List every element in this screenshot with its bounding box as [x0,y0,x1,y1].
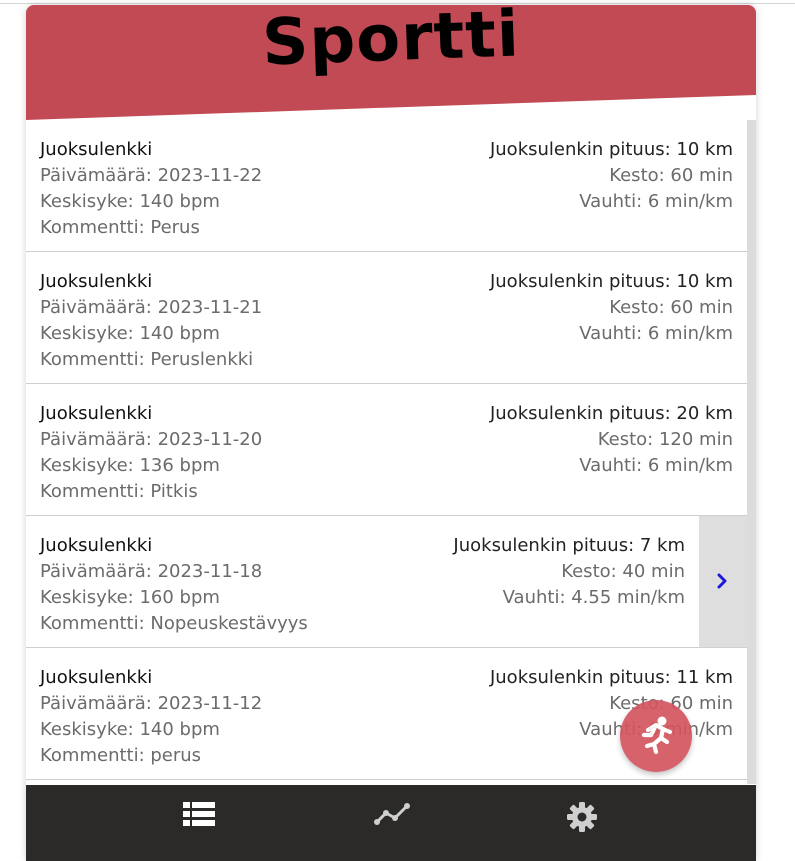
nav-list[interactable] [149,785,249,861]
run-date: Päivämäärä: 2023-11-21 [40,297,263,318]
open-run-button[interactable] [699,516,747,647]
top-divider [0,3,795,4]
run-list[interactable]: Juoksulenkki Päivämäärä: 2023-11-22 Keskis… [26,120,756,784]
gear-icon [567,802,597,832]
list-item[interactable]: Juoksulenkki Päivämäärä: 2023-11-22 Keskis… [26,120,747,252]
list-item[interactable]: Juoksulenkki Päivämäärä: 2023-11-20 Keskis… [26,384,747,516]
run-stats: Juoksulenkin pituus: 10 km Kesto: 60 min V… [490,269,733,347]
run-heart-rate: Keskisyke: 140 bpm [40,323,220,344]
run-pace: Vauhti: 6 min/km [579,455,733,476]
run-stats: Juoksulenkin pituus: 10 km Kesto: 60 min V… [490,137,733,215]
run-heart-rate: Keskisyke: 140 bpm [40,719,220,740]
run-comment: Kommentti: Pitkis [40,481,198,502]
run-type: Juoksulenkki [40,271,153,292]
run-type: Juoksulenkki [40,535,153,556]
chevron-right-icon [717,573,727,589]
app-container: Sportti Juoksulenkki Päivämäärä: 2023-11-… [26,5,756,861]
run-distance: Juoksulenkin pituus: 7 km [453,535,685,556]
add-run-button[interactable] [620,700,692,772]
run-distance: Juoksulenkin pituus: 10 km [489,139,733,160]
run-heart-rate: Keskisyke: 140 bpm [40,191,220,212]
run-details: Juoksulenkki Päivämäärä: 2023-11-20 Keskis… [40,401,262,505]
run-comment: Kommentti: perus [40,745,202,766]
run-type: Juoksulenkki [40,139,153,160]
run-details: Juoksulenkki Päivämäärä: 2023-11-21 Keskis… [40,269,262,373]
list-icon [183,802,215,826]
run-date: Päivämäärä: 2023-11-18 [40,561,263,582]
run-pace: Vauhti: 6 min/km [579,323,733,344]
run-date: Päivämäärä: 2023-11-22 [40,165,263,186]
run-duration: Kesto: 40 min [561,561,685,582]
run-heart-rate: Keskisyke: 160 bpm [40,587,220,608]
run-distance: Juoksulenkin pituus: 10 km [489,271,733,292]
run-duration: Kesto: 60 min [609,297,733,318]
nav-settings[interactable] [532,785,632,861]
run-details: Juoksulenkki Päivämäärä: 2023-11-22 Keskis… [40,137,262,241]
list-item[interactable]: Juoksulenkki Päivämäärä: 2023-11-18 Keskis… [26,516,747,648]
list-item[interactable]: Juoksulenkki Päivämäärä: 2023-11-21 Keskis… [26,252,747,384]
app-header: Sportti [26,5,756,120]
scrollbar[interactable] [747,120,756,784]
run-duration: Kesto: 60 min [609,165,733,186]
run-stats: Juoksulenkin pituus: 7 km Kesto: 40 min Va… [453,533,685,611]
trend-line-icon [374,803,410,825]
run-date: Päivämäärä: 2023-11-20 [40,429,263,450]
run-stats: Juoksulenkin pituus: 20 km Kesto: 120 min… [490,401,733,479]
run-pace: Vauhti: 6 min/km [579,191,733,212]
run-type: Juoksulenkki [40,667,153,688]
run-comment: Kommentti: Nopeuskestävyys [40,613,308,634]
run-pace: Vauhti: 4.55 min/km [502,587,685,608]
nav-stats[interactable] [340,785,440,861]
run-details: Juoksulenkki Päivämäärä: 2023-11-12 Keskis… [40,665,262,769]
run-stats: Juoksulenkin pituus: 11 km Kesto: 60 min V… [490,665,733,743]
run-duration: Kesto: 120 min [597,429,733,450]
run-details: Juoksulenkki Päivämäärä: 2023-11-18 Keskis… [40,533,308,637]
run-heart-rate: Keskisyke: 136 bpm [40,455,220,476]
app-title: Sportti [261,5,521,81]
run-type: Juoksulenkki [40,403,153,424]
run-comment: Kommentti: Perus [40,217,200,238]
run-distance: Juoksulenkin pituus: 11 km [489,667,733,688]
run-comment: Kommentti: Peruslenkki [40,349,254,370]
run-date: Päivämäärä: 2023-11-12 [40,693,263,714]
run-pace: Vauhti: 6 min/km [579,719,733,740]
run-duration: Kesto: 60 min [609,693,733,714]
bottom-navigation [26,785,756,861]
run-distance: Juoksulenkin pituus: 20 km [489,403,733,424]
running-person-icon [641,716,672,755]
